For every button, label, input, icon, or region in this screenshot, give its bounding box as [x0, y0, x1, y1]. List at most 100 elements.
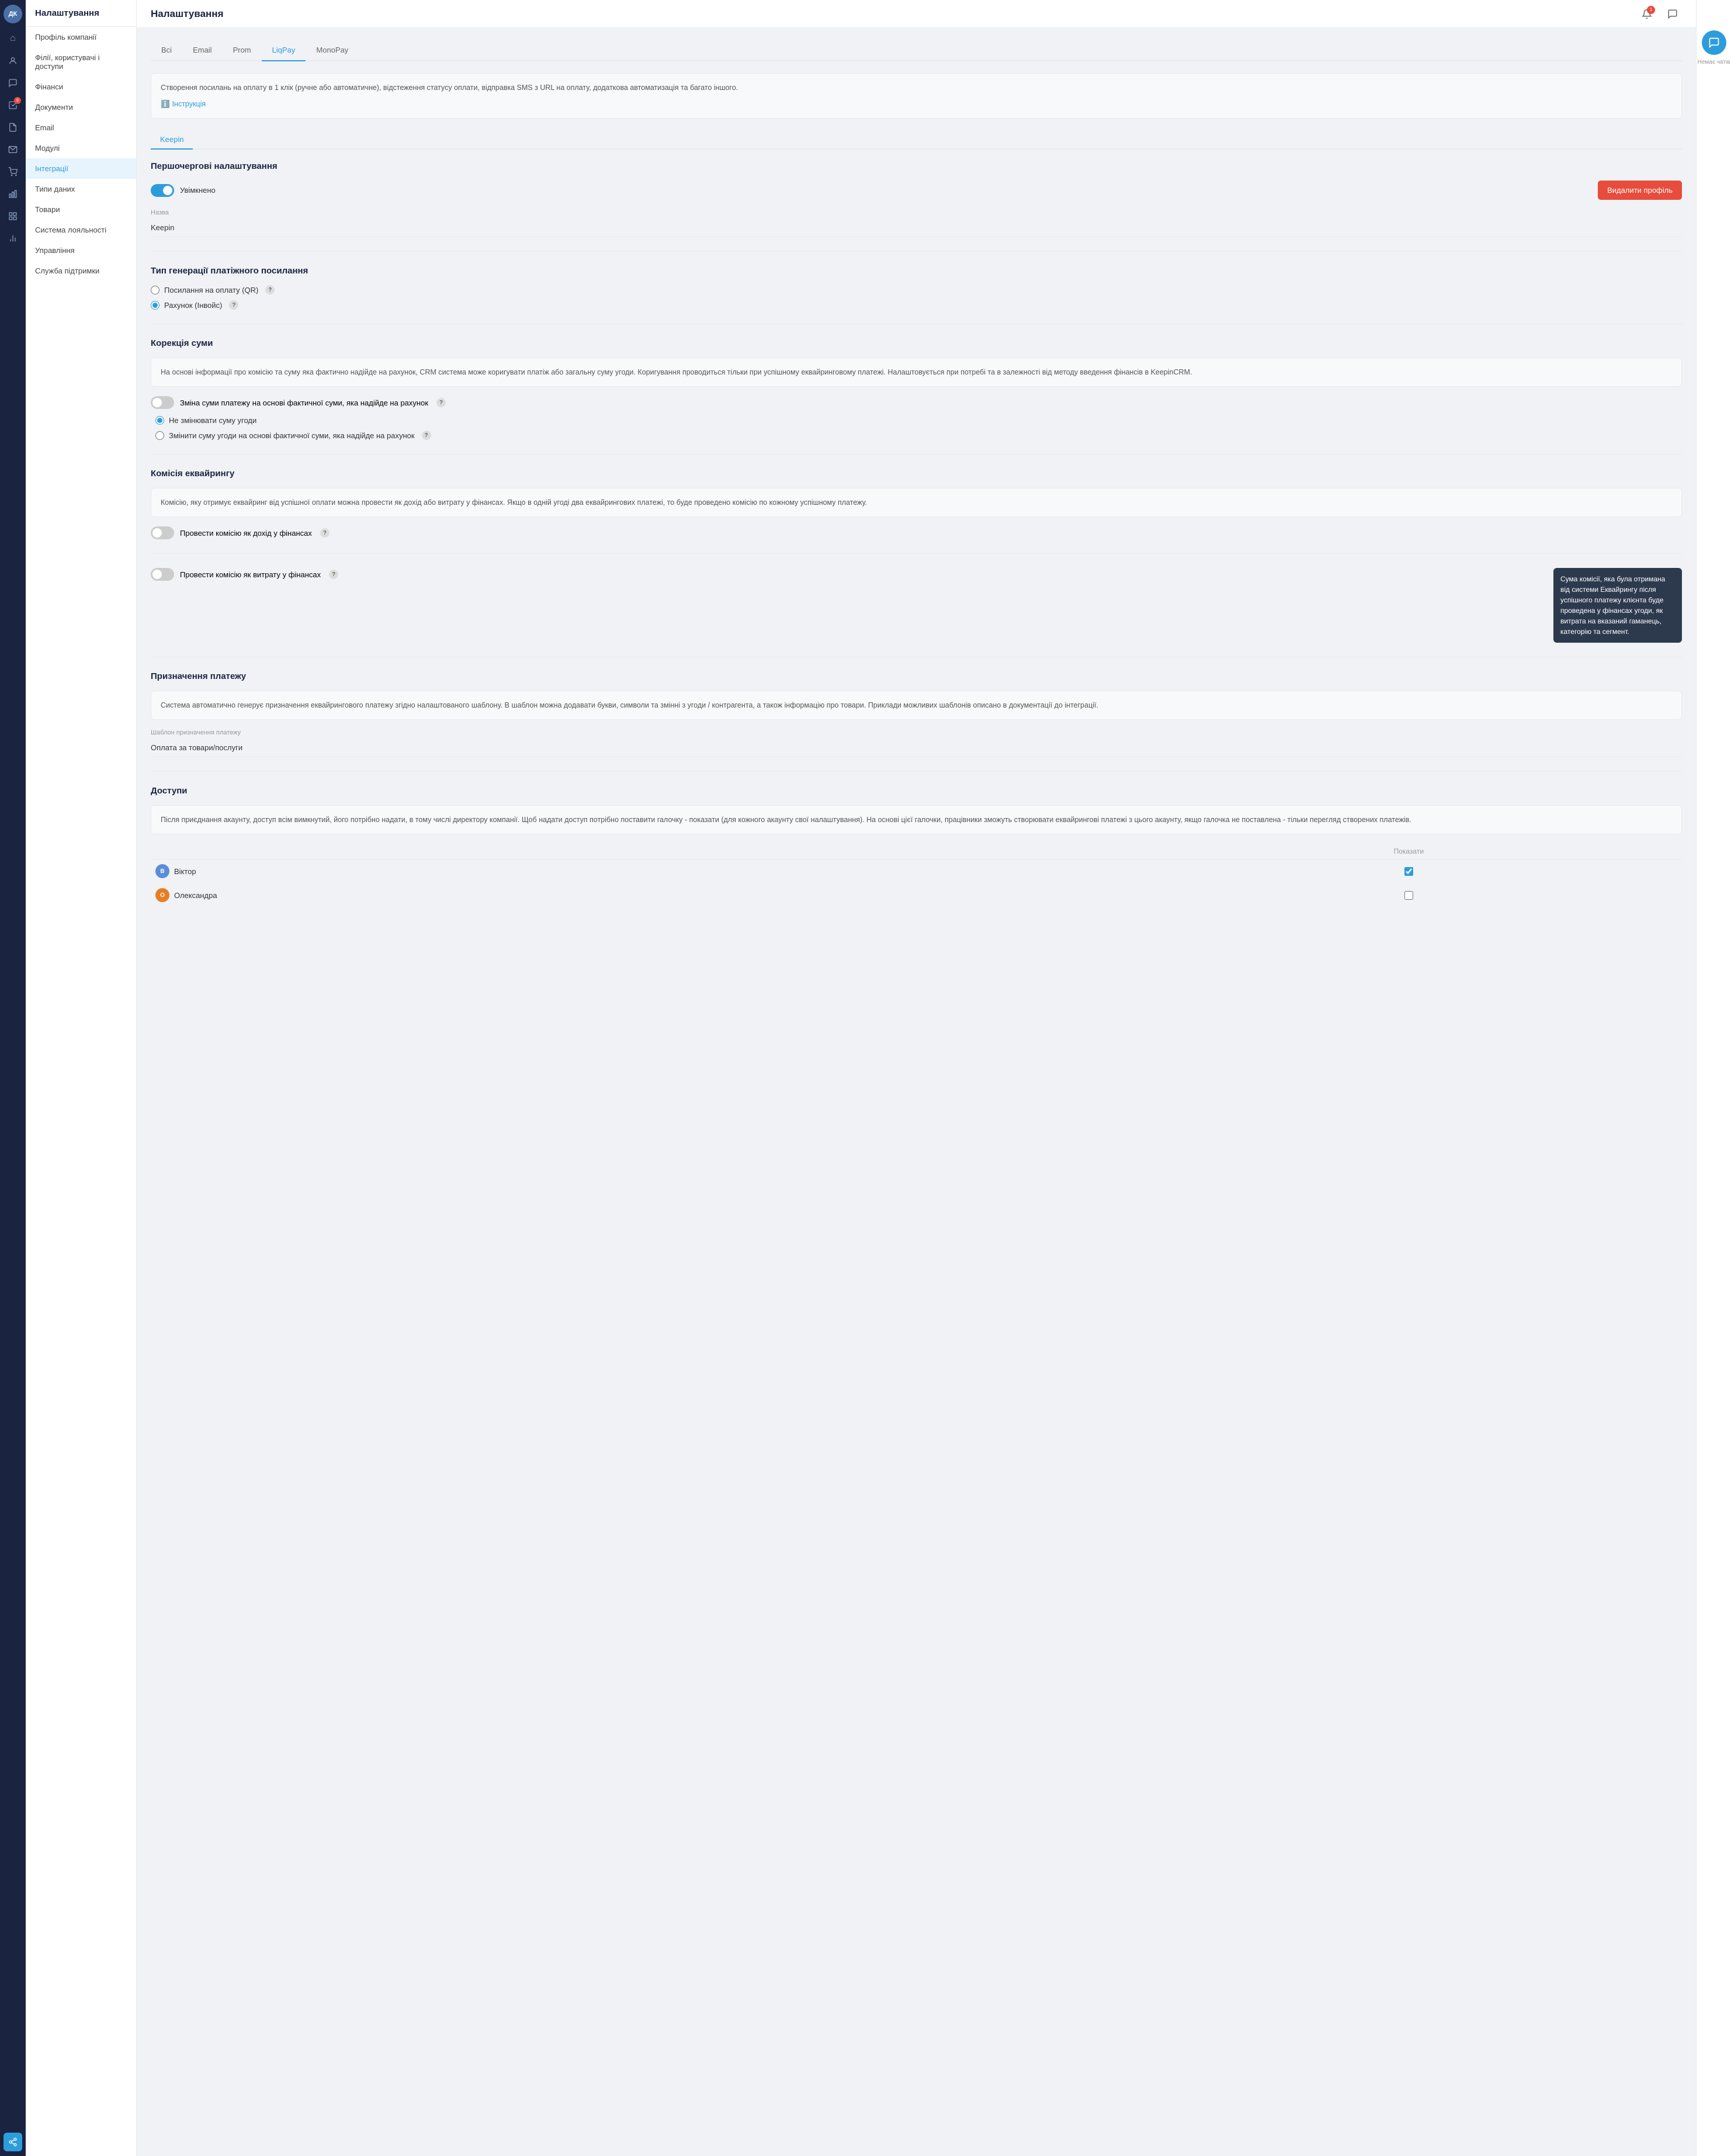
radio-invoice[interactable]: Рахунок (Інвойс) ? [151, 300, 1682, 310]
oleksandra-checkbox-cell [1136, 883, 1682, 907]
divider-3 [151, 454, 1682, 455]
qr-help-icon[interactable]: ? [265, 285, 275, 294]
radio-change-amount[interactable]: Змінити суму угоди на основі фактичної с… [155, 431, 1682, 440]
enabled-label: Увімкнено [180, 186, 216, 195]
radio-no-change[interactable]: Не змінювати суму угоди [155, 416, 1682, 425]
sub-tab-keepin[interactable]: Keepin [151, 130, 193, 150]
home-icon[interactable]: ⌂ [4, 29, 22, 48]
chat-button[interactable] [1702, 30, 1726, 55]
delete-profile-button[interactable]: Видалити профіль [1598, 181, 1682, 200]
oleksandra-avatar: О [155, 888, 169, 902]
table-row: В Віктор [151, 859, 1682, 883]
contacts-icon[interactable] [4, 51, 22, 70]
oleksandra-checkbox-wrapper [1140, 891, 1677, 900]
change-amount-help-icon[interactable]: ? [422, 431, 431, 440]
tab-liqpay[interactable]: LiqPay [262, 40, 306, 61]
oleksandra-name: Олександра [174, 891, 217, 900]
tasks-badge: 9 [14, 97, 21, 104]
sidebar-item-finance[interactable]: Фінанси [26, 77, 136, 97]
viktor-checkbox[interactable] [1404, 867, 1413, 876]
change-payment-amount-row: Зміна суми платежу на основі фактичної с… [151, 396, 1682, 409]
divider-6 [151, 771, 1682, 772]
main-tabs: Всі Email Prom LiqPay MonoPay [151, 40, 1682, 61]
access-table-show-header: Показати [1136, 844, 1682, 859]
sidebar-item-products[interactable]: Товари [26, 199, 136, 220]
payment-link-type-title: Тип генерації платіжного посилання [151, 266, 1682, 276]
chat-label: Немає чатів [1698, 58, 1730, 66]
info-box: Створення посилань на оплату в 1 клік (р… [151, 73, 1682, 119]
access-title: Доступи [151, 786, 1682, 796]
commission-income-help-icon[interactable]: ? [320, 528, 329, 538]
radio-qr-input[interactable] [151, 286, 159, 294]
amount-radio-group: Не змінювати суму угоди Змінити суму уго… [155, 416, 1682, 440]
acquiring-commission-desc: Комісію, яку отримує еквайринг від успіш… [151, 488, 1682, 517]
chat-header-icon[interactable] [1663, 5, 1682, 23]
radio-change-amount-input[interactable] [155, 431, 164, 440]
tasks-icon[interactable]: 9 [4, 96, 22, 115]
cart-icon[interactable] [4, 162, 22, 181]
viktor-avatar: В [155, 864, 169, 878]
commission-expense-help-icon[interactable]: ? [329, 570, 338, 579]
sidebar-item-documents[interactable]: Документи [26, 97, 136, 117]
tab-prom[interactable]: Prom [223, 40, 262, 61]
header-icons: 1 [1638, 5, 1682, 23]
notifications-badge: 1 [1647, 6, 1655, 14]
tab-email[interactable]: Email [182, 40, 223, 61]
template-field-group: Шаблон призначення платежу Оплата за тов… [151, 729, 1682, 757]
tab-monopay[interactable]: MonoPay [306, 40, 359, 61]
change-payment-help-icon[interactable]: ? [436, 398, 446, 407]
sidebar-item-modules[interactable]: Модулі [26, 138, 136, 158]
sidebar-item-email[interactable]: Email [26, 117, 136, 138]
divider-4 [151, 553, 1682, 554]
top-header: Налаштування 1 [137, 0, 1696, 28]
change-payment-toggle[interactable] [151, 396, 174, 409]
oleksandra-checkbox[interactable] [1404, 891, 1413, 900]
radio-no-change-input[interactable] [155, 416, 164, 425]
sidebar-item-data-types[interactable]: Типи даних [26, 179, 136, 199]
tab-all[interactable]: Всі [151, 40, 182, 61]
commission-income-label: Провести комісію як дохід у фінансах [180, 529, 312, 538]
main-area: Налаштування 1 Всі Email Prom LiqPay Mon… [137, 0, 1696, 2156]
sidebar-item-management[interactable]: Управління [26, 240, 136, 261]
template-value: Оплата за товари/послуги [151, 739, 1682, 757]
primary-settings-title: Першочергові налаштування [151, 161, 1682, 171]
sidebar-title: Налаштування [26, 0, 136, 27]
instruction-link[interactable]: ℹ️ Інструкція [161, 98, 1672, 110]
radio-invoice-input[interactable] [151, 301, 159, 310]
name-field-group: Назва Keepin [151, 209, 1682, 237]
sidebar-item-branches[interactable]: Філії, користувачі і доступи [26, 47, 136, 77]
commission-expense-label: Провести комісію як витрату у фінансах [180, 570, 321, 579]
radio-qr[interactable]: Посилання на оплату (QR) ? [151, 285, 1682, 294]
notifications-icon[interactable]: 1 [1638, 5, 1656, 23]
docs-icon[interactable] [4, 118, 22, 137]
email-icon[interactable] [4, 140, 22, 159]
reports-icon[interactable] [4, 229, 22, 248]
sidebar-item-company-profile[interactable]: Профіль компанії [26, 27, 136, 47]
sidebar-item-support[interactable]: Служба підтримки [26, 261, 136, 281]
icon-bar: ДК ⌂ 9 [0, 0, 26, 2156]
radio-no-change-label: Не змінювати суму угоди [169, 416, 256, 425]
content-area: Всі Email Prom LiqPay MonoPay Створення … [137, 28, 1696, 2156]
enabled-toggle[interactable] [151, 184, 174, 197]
radio-qr-label: Посилання на оплату (QR) [164, 286, 258, 294]
grid-icon[interactable] [4, 207, 22, 226]
invoice-help-icon[interactable]: ? [229, 300, 238, 310]
info-text: Створення посилань на оплату в 1 клік (р… [161, 84, 738, 92]
messages-icon[interactable] [4, 74, 22, 92]
commission-expense-section: Провести комісію як витрату у фінансах ?… [151, 568, 1682, 643]
toggle-slider [151, 184, 174, 197]
sidebar-item-integrations[interactable]: Інтеграції [26, 158, 136, 179]
template-label: Шаблон призначення платежу [151, 729, 1682, 736]
integrations-icon[interactable] [4, 2133, 22, 2151]
payment-link-radio-group: Посилання на оплату (QR) ? Рахунок (Інво… [151, 285, 1682, 310]
commission-expense-toggle[interactable] [151, 568, 174, 581]
viktor-checkbox-wrapper [1140, 867, 1677, 876]
commission-income-toggle[interactable] [151, 526, 174, 539]
tooltip-text: Сума комісії, яка була отримана від сист… [1560, 575, 1665, 636]
info-icon: ℹ️ [161, 98, 170, 110]
analytics-icon[interactable] [4, 185, 22, 203]
access-table: Показати В Віктор [151, 844, 1682, 907]
radio-invoice-label: Рахунок (Інвойс) [164, 301, 222, 310]
user-viktor: В Віктор [155, 864, 1131, 878]
sidebar-item-loyalty[interactable]: Система лояльності [26, 220, 136, 240]
